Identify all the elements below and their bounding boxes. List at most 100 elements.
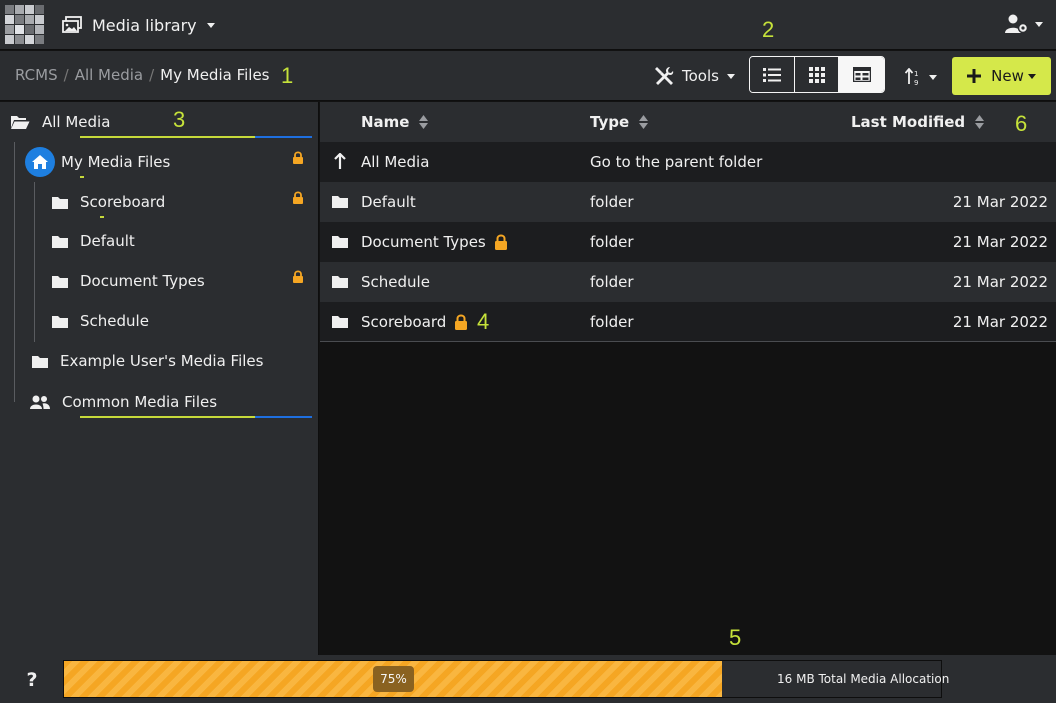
sidebar-item-document-types[interactable]: Document Types xyxy=(52,272,205,290)
row-name: All Media xyxy=(361,153,430,171)
annotation-number: 1 xyxy=(281,63,294,88)
table-row[interactable]: Default folder 21 Mar 2022 xyxy=(320,182,1056,222)
table-icon xyxy=(852,67,871,82)
sidebar-item-label: Default xyxy=(80,232,135,250)
table-view-button[interactable] xyxy=(839,57,884,92)
sidebar-item-my-media-files[interactable]: My Media Files xyxy=(25,147,170,177)
breadcrumb-all-media[interactable]: All Media xyxy=(75,66,143,84)
row-name: Scoreboard xyxy=(361,313,447,331)
row-modified: 21 Mar 2022 xyxy=(952,233,1048,251)
sort-icon xyxy=(975,115,985,129)
annotation-number: 4 xyxy=(477,309,490,334)
lock-icon xyxy=(454,314,468,330)
tools-icon xyxy=(654,66,674,86)
row-type: folder xyxy=(590,233,634,251)
sort-icon xyxy=(419,115,429,129)
caret-down-icon xyxy=(1035,21,1043,27)
lock-icon xyxy=(292,270,304,283)
column-header-last-modified[interactable]: Last Modified xyxy=(851,113,985,131)
folder-icon xyxy=(52,275,68,288)
row-modified: 21 Mar 2022 xyxy=(952,273,1048,291)
sidebar-item-label: Schedule xyxy=(80,312,149,330)
sidebar-item-common-media[interactable]: Common Media Files xyxy=(30,393,217,411)
sidebar xyxy=(0,102,319,655)
active-underline xyxy=(100,216,104,218)
lock-icon xyxy=(494,234,508,250)
allocation-label: 16 MB Total Media Allocation xyxy=(777,672,950,686)
folder-icon xyxy=(52,196,68,209)
list-view-button[interactable] xyxy=(750,57,795,92)
sort-numeric-icon: 19 xyxy=(905,68,923,86)
breadcrumb-current: My Media Files xyxy=(160,66,270,84)
tools-label: Tools xyxy=(682,67,719,85)
tools-menu-button[interactable]: Tools xyxy=(654,66,735,86)
row-type: Go to the parent folder xyxy=(590,153,763,171)
sidebar-item-label: Common Media Files xyxy=(62,393,218,411)
active-underline xyxy=(80,416,255,418)
sidebar-item-default[interactable]: Default xyxy=(52,232,135,250)
folder-icon xyxy=(332,195,348,208)
up-arrow-icon xyxy=(334,153,346,169)
folder-icon xyxy=(32,355,48,368)
row-name: Schedule xyxy=(361,273,430,291)
table-row[interactable]: Document Types folder 21 Mar 2022 xyxy=(320,222,1056,262)
library-switcher[interactable]: Media library xyxy=(62,12,215,38)
active-underline xyxy=(80,136,255,138)
svg-text:1: 1 xyxy=(914,70,918,78)
row-type: folder xyxy=(590,193,634,211)
active-underline xyxy=(255,136,312,138)
column-header-label: Type xyxy=(590,113,630,131)
plus-icon xyxy=(967,69,982,83)
breadcrumb: RCMS / All Media / My Media Files xyxy=(15,66,270,84)
table-row[interactable]: Schedule folder 21 Mar 2022 xyxy=(320,262,1056,302)
help-button[interactable]: ? xyxy=(18,666,46,694)
sidebar-item-label: All Media xyxy=(42,113,111,131)
row-name-cell: Document Types xyxy=(361,233,508,251)
sidebar-item-all-media[interactable]: All Media xyxy=(10,113,110,131)
allocation-percent-badge: 75% xyxy=(373,666,414,692)
lock-icon xyxy=(292,191,304,204)
caret-down-icon xyxy=(929,74,937,80)
row-modified: 21 Mar 2022 xyxy=(952,313,1048,331)
svg-text:9: 9 xyxy=(914,79,918,86)
folder-icon xyxy=(332,315,348,328)
row-name: Document Types xyxy=(361,233,486,251)
row-name-cell: Scoreboard xyxy=(361,313,468,331)
sidebar-item-scoreboard[interactable]: Scoreboard xyxy=(52,193,165,211)
apps-grid-icon[interactable] xyxy=(5,5,45,45)
users-icon xyxy=(30,395,50,410)
row-name: Default xyxy=(361,193,416,211)
new-label: New xyxy=(991,67,1024,85)
grid-view-button[interactable] xyxy=(794,57,840,92)
folder-icon xyxy=(332,275,348,288)
table-divider xyxy=(320,341,1056,342)
sidebar-item-label: My Media Files xyxy=(61,153,171,171)
caret-down-icon xyxy=(206,22,215,28)
annotation-number: 3 xyxy=(173,107,186,132)
list-icon xyxy=(762,67,781,82)
row-modified: 21 Mar 2022 xyxy=(952,193,1048,211)
new-button[interactable]: New xyxy=(952,57,1051,95)
lock-icon xyxy=(292,151,304,164)
folder-icon xyxy=(52,315,68,328)
sidebar-item-label: Example User's Media Files xyxy=(60,352,264,370)
sort-menu-button[interactable]: 19 xyxy=(905,68,937,86)
table-row[interactable]: Scoreboard folder 21 Mar 2022 xyxy=(320,302,1056,342)
sort-icon xyxy=(639,115,649,129)
row-type: folder xyxy=(590,313,634,331)
view-mode-group xyxy=(749,56,885,93)
sidebar-item-example-user-media[interactable]: Example User's Media Files xyxy=(32,352,263,370)
user-menu[interactable] xyxy=(1005,14,1043,34)
caret-down-icon xyxy=(1027,73,1036,79)
user-settings-icon xyxy=(1005,14,1029,34)
sidebar-item-schedule[interactable]: Schedule xyxy=(52,312,149,330)
breadcrumb-separator: / xyxy=(149,66,155,84)
folder-icon xyxy=(52,235,68,248)
column-header-type[interactable]: Type xyxy=(590,113,649,131)
annotation-number: 2 xyxy=(762,17,775,42)
table-row[interactable]: All Media Go to the parent folder xyxy=(320,142,1056,182)
breadcrumb-rcms[interactable]: RCMS xyxy=(15,66,58,84)
annotation-number: 6 xyxy=(1015,111,1028,136)
column-header-name[interactable]: Name xyxy=(361,113,429,131)
tree-guide-line xyxy=(14,142,15,402)
